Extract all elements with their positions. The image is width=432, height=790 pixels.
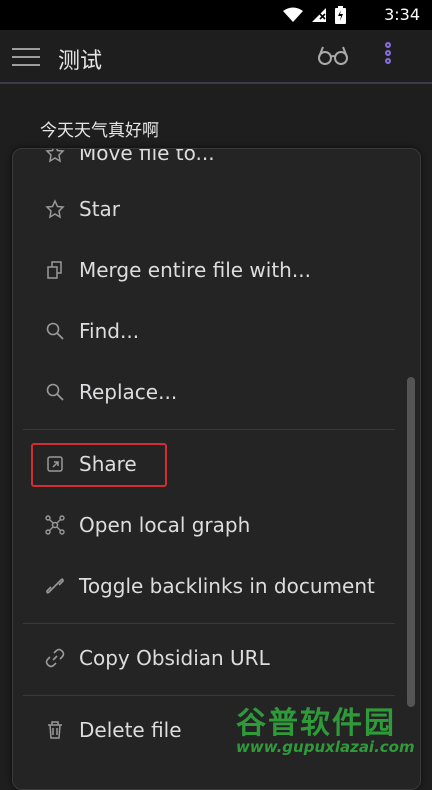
share-icon [47,456,63,472]
backlinks-icon [46,578,64,594]
watermark-url: www.gupuxlazai.com [236,738,415,756]
more-options-icon[interactable] [385,42,395,72]
menu-divider [23,429,395,430]
watermark-logo: 谷普软件园 www.gupuxlazai.com [236,698,432,768]
menu-item-label: Share [79,452,137,476]
menu-item-replace[interactable]: Replace... [13,364,420,420]
menu-item-toggle-backlinks[interactable]: Toggle backlinks in document [13,558,420,614]
menu-item-merge[interactable]: Merge entire file with... [13,242,420,298]
menu-item-label: Merge entire file with... [79,258,311,282]
menu-item-find[interactable]: Find... [13,303,420,359]
menu-item-share[interactable]: Share [13,436,420,492]
battery-icon [335,6,346,24]
menu-divider [23,695,395,696]
app-header: 测试 [0,30,432,84]
page-title: 测试 [58,49,103,74]
menu-item-label: Copy Obsidian URL [79,646,270,670]
link-icon [45,648,65,668]
menu-item-label: Replace... [79,380,178,404]
menu-item-label: Find... [79,319,140,343]
menu-item-label: Open local graph [79,513,251,537]
menu-item-local-graph[interactable]: Open local graph [13,497,420,553]
status-bar: 3:34 [0,0,432,30]
menu-item-label: Move file to... [79,148,215,165]
signal-icon [312,8,326,22]
file-options-menu: Move file to... Star Merge entire file w… [12,148,421,790]
search-icon [46,322,64,340]
menu-item-copy-url[interactable]: Copy Obsidian URL [13,630,420,686]
menu-item-star[interactable]: Star [13,181,420,237]
merge-icon [47,261,62,279]
menu-item-label: Delete file [79,718,182,742]
wifi-icon [283,7,303,22]
move-file-icon [45,149,65,163]
star-icon [45,199,65,219]
search-icon [46,383,64,401]
menu-item-label: Star [79,197,121,221]
document-text: 今天天气真好啊 [40,121,159,141]
menu-item-label: Toggle backlinks in document [79,574,375,598]
hamburger-menu-icon[interactable] [12,48,40,66]
watermark-name: 谷普软件园 [236,706,396,741]
menu-divider [23,623,395,624]
status-time: 3:34 [384,5,420,24]
menu-scrollbar[interactable] [407,377,415,707]
reading-mode-glasses-icon[interactable] [318,44,348,66]
graph-icon [45,515,65,535]
trash-icon [48,721,62,739]
menu-item-move-file[interactable]: Move file to... [13,148,420,181]
status-icons [283,6,346,24]
